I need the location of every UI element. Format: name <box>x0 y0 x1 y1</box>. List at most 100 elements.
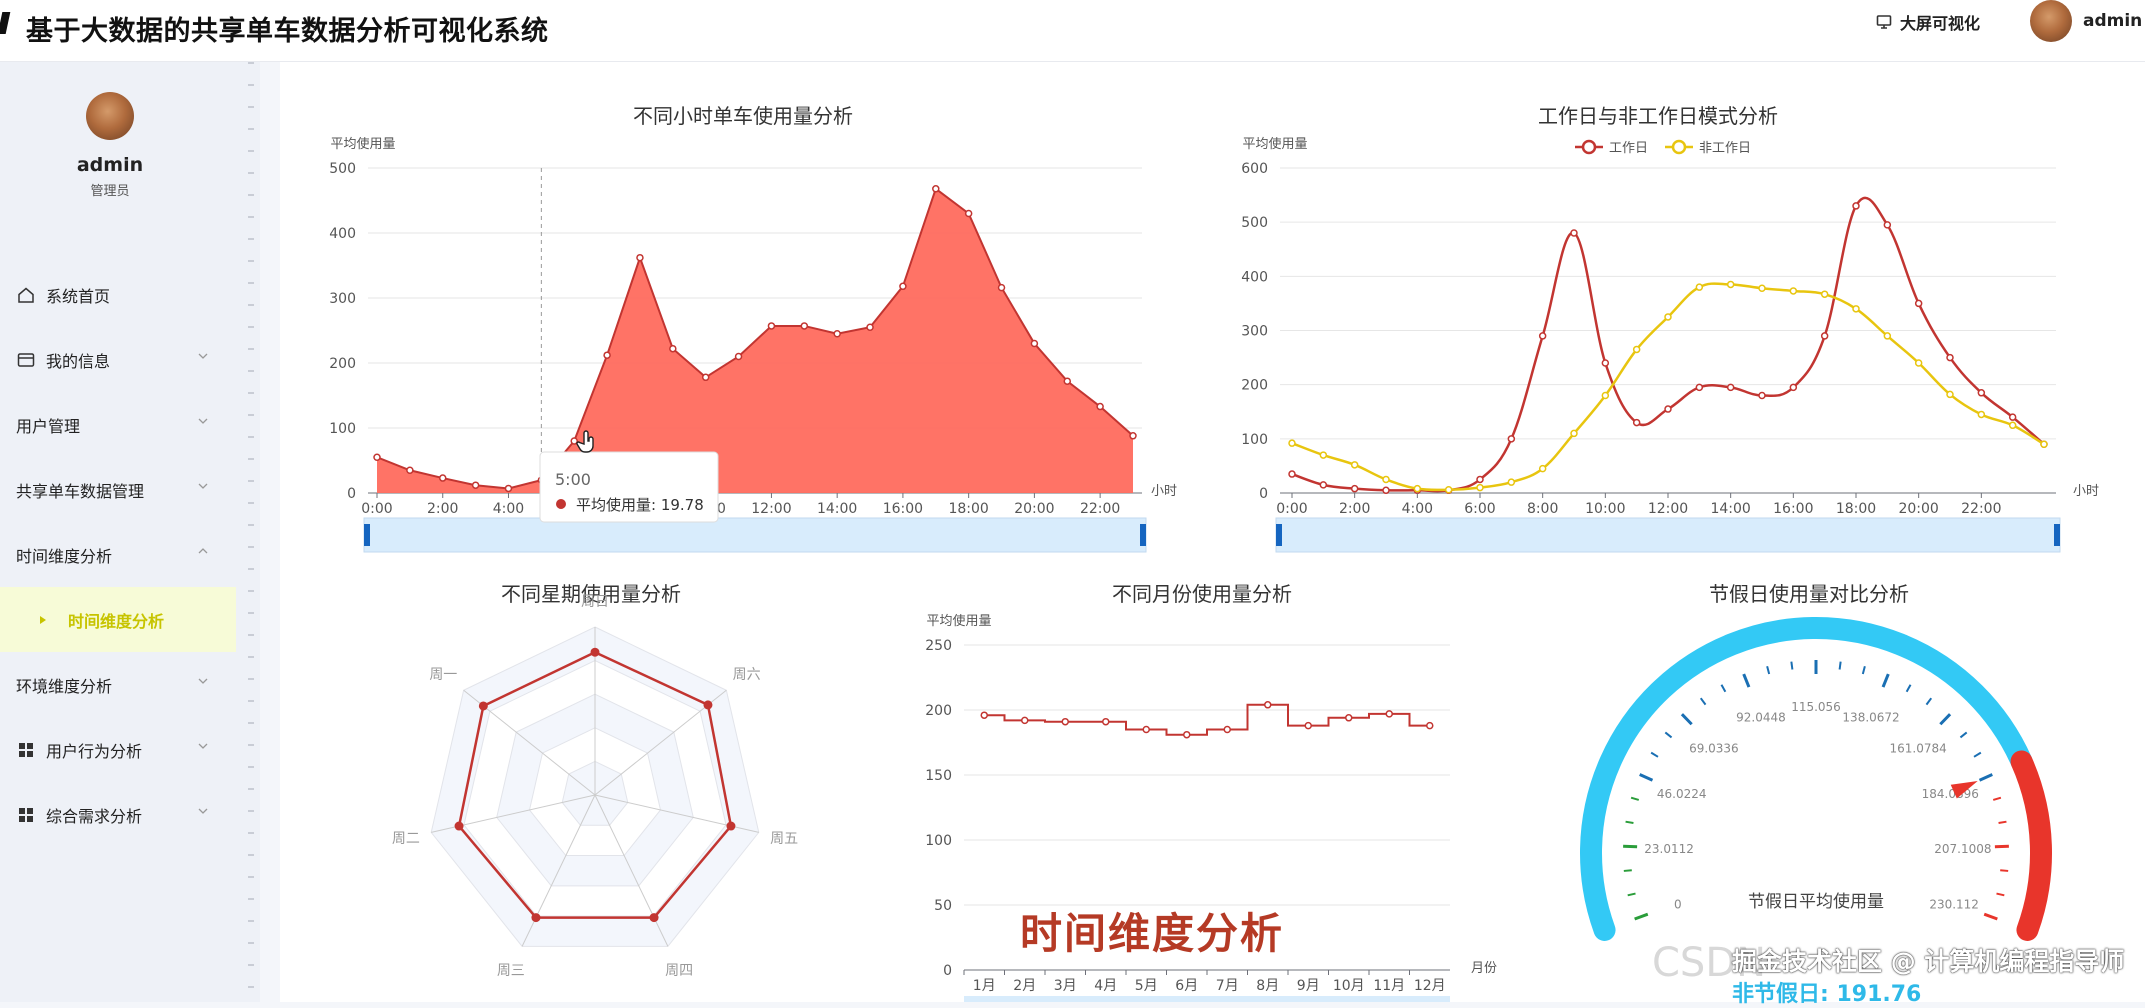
radar-axis-label: 周五 <box>770 831 798 847</box>
gauge-tick-label: 138.0672 <box>1842 711 1899 725</box>
workday-series-point <box>1884 222 1890 228</box>
hourly-point <box>473 482 479 488</box>
monthly-ytick-label: 250 <box>925 638 952 654</box>
gauge-tick <box>1640 774 1653 780</box>
workday-series-point <box>1853 203 1859 209</box>
workday-series-point <box>1289 471 1295 477</box>
gauge-tick <box>1628 894 1636 896</box>
workday-xtick-label: 0:00 <box>1276 501 1307 517</box>
monthly-point <box>1305 723 1311 729</box>
hourly-point <box>604 352 610 358</box>
radar-axis-label: 周三 <box>497 963 525 979</box>
workday-legend-marker <box>1673 141 1685 153</box>
hourly-xtick-label: 18:00 <box>948 501 988 517</box>
charts-canvas: 0100200300400500平均使用量0:002:004:006:008:0… <box>0 0 2145 1002</box>
workday-series-point <box>1571 430 1577 436</box>
workday-series-point <box>1728 384 1734 390</box>
workday-series-point <box>1884 333 1890 339</box>
workday-series-point <box>1759 393 1765 399</box>
gauge-tick <box>1665 732 1671 737</box>
hourly-point <box>407 467 413 473</box>
gauge-tick-label: 184.0896 <box>1922 787 1979 801</box>
gauge-tick <box>1767 666 1769 674</box>
workday-series-point <box>1696 384 1702 390</box>
workday-series-point <box>2010 422 2016 428</box>
radar-axis-label: 周一 <box>429 667 457 683</box>
workday-legend-label: 非工作日 <box>1699 141 1751 156</box>
gauge-tick <box>1791 662 1792 670</box>
monthly-ytick-label: 200 <box>925 703 952 719</box>
hourly-tooltip-title: 5:00 <box>555 470 591 489</box>
workday-series-point <box>1790 288 1796 294</box>
workday-series-point <box>1352 486 1358 492</box>
gauge-tick <box>1926 698 1931 704</box>
workday-series-point <box>1978 411 1984 417</box>
workday-series-point <box>1696 284 1702 290</box>
workday-series-point <box>1571 230 1577 236</box>
workday-series-point <box>1320 452 1326 458</box>
workday-xtick-label: 18:00 <box>1836 501 1876 517</box>
gauge-tick <box>1907 685 1911 692</box>
watermark-text: 时间维度分析 <box>1020 900 1284 961</box>
hourly-xtick-label: 12:00 <box>751 501 791 517</box>
workday-xtick-label: 6:00 <box>1464 501 1495 517</box>
gauge-tick-label: 161.0784 <box>1889 741 1946 755</box>
monthly-xtick-label: 7月 <box>1216 978 1239 994</box>
hourly-xtick-label: 14:00 <box>817 501 857 517</box>
monthly-xlabel: 月份 <box>1471 961 1497 976</box>
workday-ylabel: 平均使用量 <box>1242 136 1307 152</box>
workday-series-point <box>1602 360 1608 366</box>
workday-series-point <box>1947 355 1953 361</box>
workday-series-point <box>1540 466 1546 472</box>
workday-series-point <box>1947 391 1953 397</box>
radar-point <box>531 913 540 922</box>
hourly-ylabel: 平均使用量 <box>330 136 395 152</box>
workday-xtick-label: 22:00 <box>1961 501 2001 517</box>
monthly-ytick-label: 50 <box>934 898 952 914</box>
workday-series-point <box>1602 393 1608 399</box>
hourly-point <box>867 324 873 330</box>
radar-point <box>455 822 464 831</box>
gauge-arc-blue <box>1591 628 2022 930</box>
monthly-xtick-label: 4月 <box>1094 978 1117 994</box>
radar-axis-label: 周六 <box>733 667 761 683</box>
hourly-point <box>670 346 676 352</box>
workday-ytick-label: 600 <box>1241 161 1268 177</box>
gauge-tick-label: 115.056 <box>1791 700 1841 714</box>
hourly-tooltip-label: 平均使用量: 19.78 <box>576 496 704 514</box>
gauge-tick <box>1840 662 1841 670</box>
hourly-point <box>505 485 511 491</box>
workday-series-point <box>1853 306 1859 312</box>
monthly-ylabel: 平均使用量 <box>926 613 991 629</box>
gauge-tick <box>1701 698 1706 704</box>
gauge-tick <box>1984 914 1997 919</box>
workday-series-point <box>1508 479 1514 485</box>
workday-series-point <box>1383 487 1389 493</box>
workday-ytick-label: 400 <box>1241 269 1268 285</box>
hourly-tooltip-marker <box>556 499 566 509</box>
gauge-tick <box>2000 870 2008 871</box>
gauge-tick <box>1940 714 1950 724</box>
gauge-tick <box>1651 753 1658 757</box>
monthly-xtick-label: 8月 <box>1256 978 1279 994</box>
workday-series-point <box>1508 436 1514 442</box>
radar-point <box>479 701 488 710</box>
hourly-point <box>768 323 774 329</box>
hourly-zoom-slider-handle-left <box>364 524 370 546</box>
hourly-zoom-slider-track <box>364 518 1146 552</box>
hourly-point <box>1064 378 1070 384</box>
workday-zoom-slider-handle-right <box>2054 524 2060 546</box>
radar-axis-label: 周日 <box>581 594 609 610</box>
monthly-xtick-label: 2月 <box>1013 978 1036 994</box>
workday-series-point <box>1665 314 1671 320</box>
monthly-point <box>1265 702 1271 708</box>
hourly-ytick-label: 500 <box>329 161 356 177</box>
workday-series-point <box>2041 441 2047 447</box>
hourly-xtick-label: 4:00 <box>493 501 524 517</box>
monthly-ytick-label: 100 <box>925 833 952 849</box>
workday-xtick-label: 14:00 <box>1710 501 1750 517</box>
gauge-tick <box>1631 798 1639 800</box>
monthly-xtick-label: 9月 <box>1297 978 1320 994</box>
hourly-point <box>440 475 446 481</box>
gauge-tick-label: 207.1008 <box>1934 842 1991 856</box>
